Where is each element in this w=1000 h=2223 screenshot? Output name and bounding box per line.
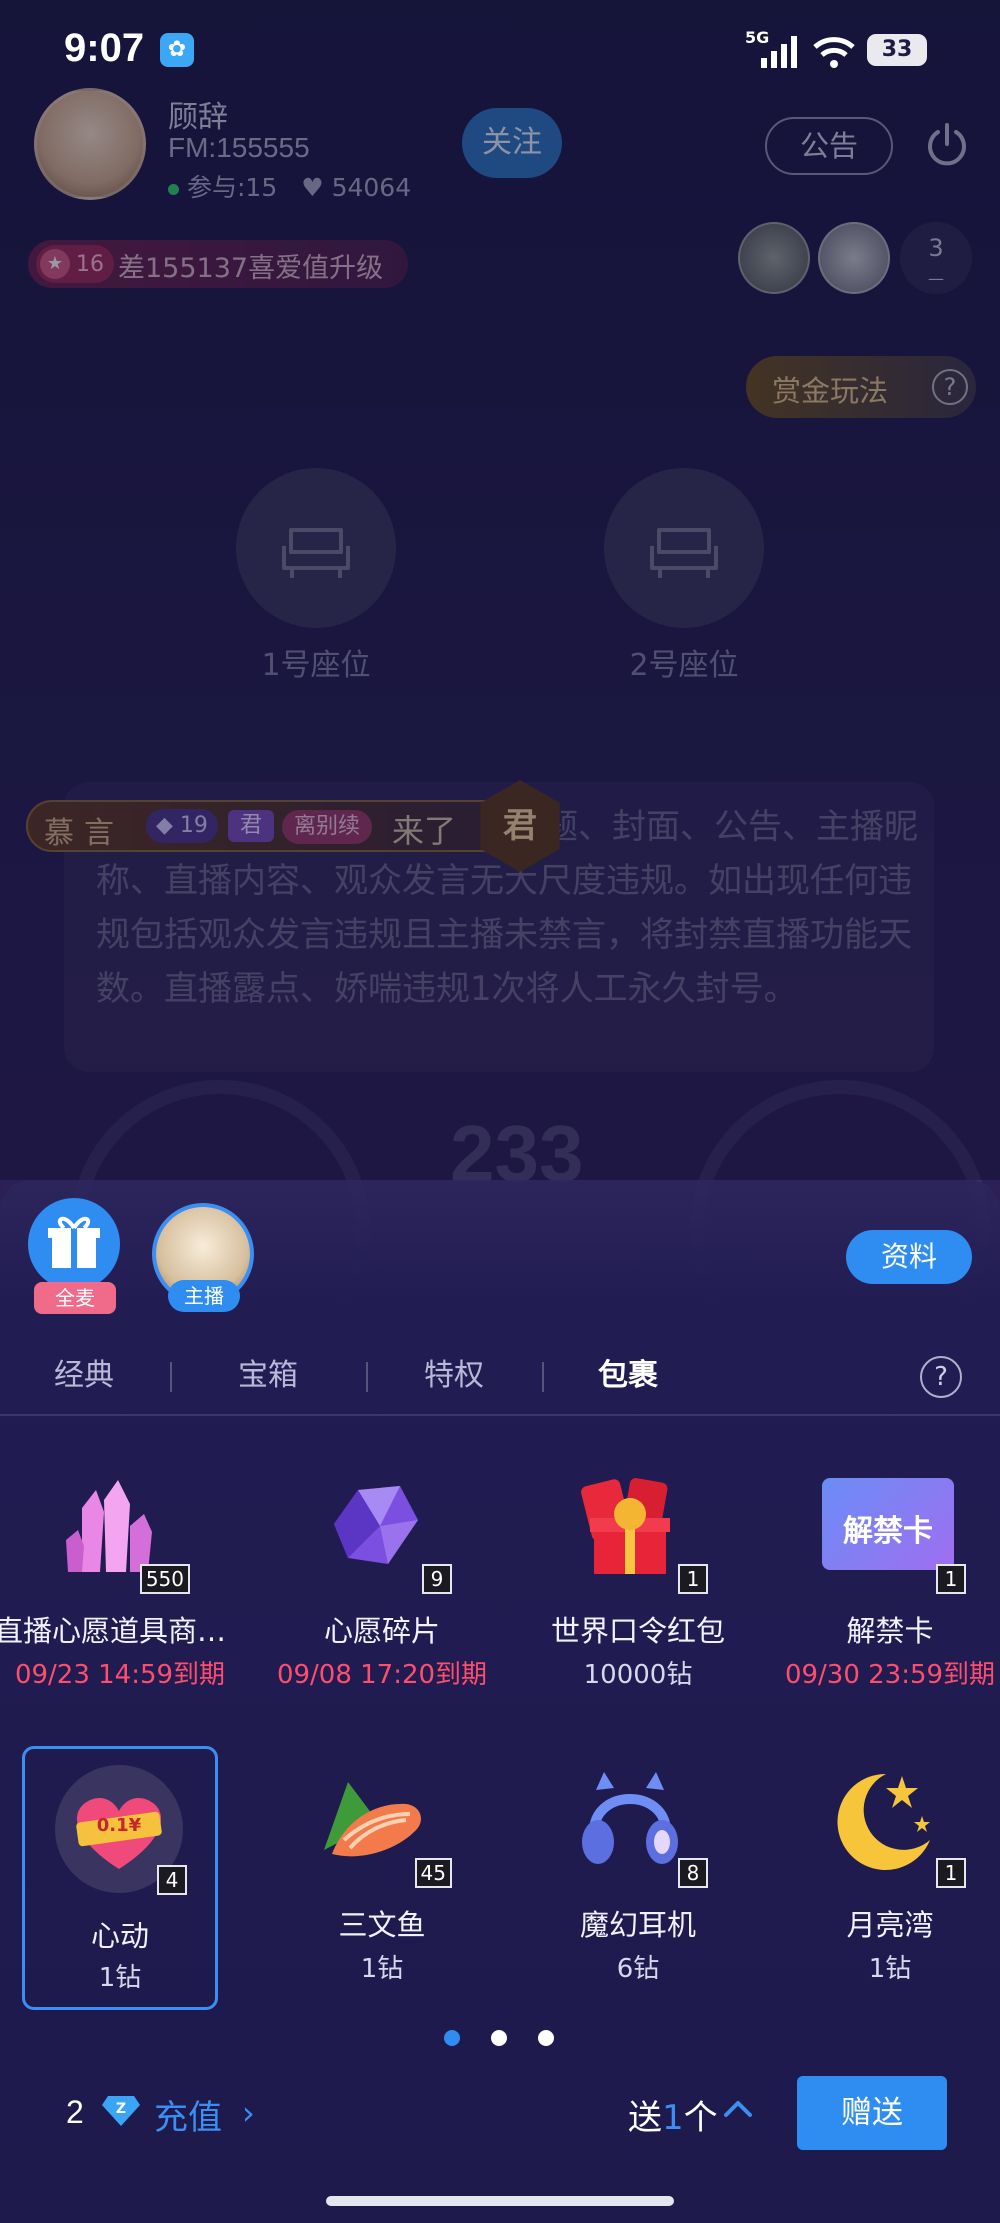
app-notification-icon: ✿ (160, 33, 194, 67)
help-icon[interactable]: ? (920, 1356, 962, 1398)
gift-item[interactable]: 9 心愿碎片 09/08 17:20到期 (262, 1468, 487, 1718)
status-time: 9:07 (64, 26, 145, 70)
send-gift-button[interactable]: 赠送 (797, 2076, 947, 2150)
recipient-host-label: 主播 (168, 1280, 240, 1312)
tab-divider (542, 1362, 544, 1392)
tab-divider (366, 1362, 368, 1392)
moon-icon (822, 1762, 942, 1882)
unban-card-icon: 解禁卡 (822, 1468, 954, 1588)
send-quantity[interactable]: 送1个 (628, 2090, 718, 2139)
item-name: 月亮湾 (846, 1908, 934, 1942)
battery-icon: 33 (867, 34, 927, 66)
recharge-link[interactable]: 充值 (154, 2090, 222, 2139)
gift-item-selected[interactable]: 0.1¥ 4 心动 1钻 (22, 1746, 218, 2010)
item-price: 1钻 (868, 1954, 912, 1984)
item-expiry: 09/08 17:20到期 (276, 1660, 488, 1690)
all-mic-label[interactable]: 全麦 (34, 1282, 116, 1314)
item-count: 550 (139, 1564, 190, 1594)
gift-item[interactable]: 550 直播心愿道具商… 09/23 14:59到期 (0, 1468, 226, 1718)
page-dot[interactable] (444, 2030, 460, 2046)
item-count: 4 (157, 1865, 187, 1895)
diamond-balance: 2 (66, 2094, 84, 2130)
item-price: 1钻 (360, 1954, 404, 1984)
item-count: 1 (936, 1858, 966, 1888)
tab-divider-line (0, 1414, 1000, 1416)
wifi-icon (813, 37, 855, 68)
gift-item[interactable]: 1 月亮湾 1钻 (770, 1762, 990, 2012)
gift-item[interactable]: 1 世界口令红包 10000钻 (518, 1468, 738, 1718)
item-count: 45 (414, 1858, 452, 1888)
item-name: 心愿碎片 (323, 1614, 440, 1648)
diamond-icon: Z (102, 2092, 140, 2128)
gift-item[interactable]: 8 魔幻耳机 6钻 (518, 1762, 738, 2012)
signal-icon (761, 36, 797, 68)
headphones-icon (570, 1762, 690, 1882)
gift-tabs: 经典 宝箱 特权 包裹 (0, 1350, 1000, 1416)
svg-text:Z: Z (116, 2101, 126, 2117)
background-dim-overlay[interactable] (0, 0, 1000, 1180)
item-name: 魔幻耳机 (579, 1908, 696, 1942)
item-name: 心动 (90, 1919, 149, 1953)
item-expiry: 09/30 23:59到期 (784, 1660, 996, 1690)
tab-classic[interactable]: 经典 (54, 1350, 114, 1394)
page-dot[interactable] (491, 2030, 507, 2046)
item-name: 三文鱼 (338, 1908, 426, 1942)
item-count: 1 (936, 1564, 966, 1594)
item-count: 9 (422, 1564, 452, 1594)
item-expiry: 09/23 14:59到期 (14, 1660, 226, 1690)
red-envelope-icon (570, 1468, 690, 1588)
all-mic-gift-icon[interactable] (28, 1198, 120, 1290)
tab-package[interactable]: 包裹 (598, 1350, 658, 1394)
item-count: 8 (678, 1858, 708, 1888)
gift-item[interactable]: 解禁卡 1 解禁卡 09/30 23:59到期 (770, 1468, 995, 1718)
tab-treasure[interactable]: 宝箱 (238, 1350, 298, 1394)
gem-shard-icon (314, 1468, 434, 1588)
item-price: 10000钻 (583, 1660, 693, 1690)
item-name: 解禁卡 (846, 1614, 934, 1648)
tab-divider (170, 1362, 172, 1392)
profile-button[interactable]: 资料 (846, 1230, 972, 1284)
status-indicators: 5G 33 (745, 28, 935, 72)
tab-privilege[interactable]: 特权 (424, 1350, 484, 1394)
item-name: 直播心愿道具商… (0, 1614, 226, 1648)
home-indicator[interactable] (326, 2196, 674, 2206)
item-count: 1 (678, 1564, 708, 1594)
gift-item[interactable]: 45 三文鱼 1钻 (262, 1762, 482, 2012)
item-price: 1钻 (98, 1963, 142, 1993)
item-price: 6钻 (616, 1954, 660, 1984)
page-dot[interactable] (538, 2030, 554, 2046)
item-name: 世界口令红包 (550, 1614, 725, 1648)
chevron-right-icon[interactable]: › (242, 2094, 255, 2132)
chevron-up-icon[interactable] (722, 2093, 754, 2133)
